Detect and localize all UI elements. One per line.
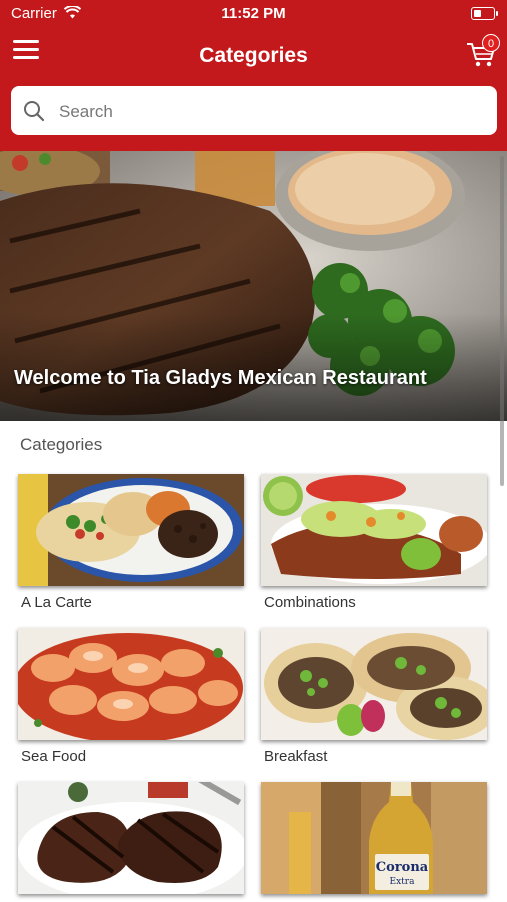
beer-label-brand: Corona	[376, 860, 429, 875]
category-card-breakfast[interactable]: Breakfast	[261, 628, 487, 765]
category-image	[18, 782, 244, 894]
category-image	[18, 474, 244, 586]
hero-banner: Welcome to Tia Gladys Mexican Restaurant	[0, 151, 507, 421]
status-bar: Carrier 11:52 PM	[0, 0, 507, 30]
battery-icon	[471, 7, 498, 20]
category-label: A La Carte	[21, 594, 92, 611]
hero-title: Welcome to Tia Gladys Mexican Restaurant	[14, 367, 427, 389]
cart-count-badge: 0	[482, 34, 500, 52]
category-card-sea-food[interactable]: Sea Food	[18, 628, 244, 765]
category-card-steaks[interactable]	[18, 782, 244, 902]
category-image	[261, 628, 487, 740]
status-time: 11:52 PM	[221, 5, 286, 22]
category-image	[261, 474, 487, 586]
search-bar[interactable]	[11, 86, 497, 137]
scrollbar[interactable]	[500, 156, 504, 486]
category-card-a-la-carte[interactable]: A La Carte	[18, 474, 244, 611]
category-label: Sea Food	[21, 748, 87, 765]
category-card-beverages[interactable]: Corona Extra	[261, 782, 487, 902]
category-image	[18, 628, 244, 740]
header: Carrier 11:52 PM Categories 0	[0, 0, 507, 151]
category-label: Breakfast	[264, 748, 328, 765]
search-input[interactable]	[57, 86, 481, 137]
category-label: Combinations	[264, 594, 356, 611]
category-image: Corona Extra	[261, 782, 487, 894]
cart-button[interactable]: 0	[466, 34, 500, 70]
category-card-combinations[interactable]: Combinations	[261, 474, 487, 611]
search-icon	[24, 101, 45, 122]
beer-label-type: Extra	[390, 877, 416, 887]
section-title: Categories	[20, 435, 103, 454]
page-title: Categories	[199, 44, 308, 67]
